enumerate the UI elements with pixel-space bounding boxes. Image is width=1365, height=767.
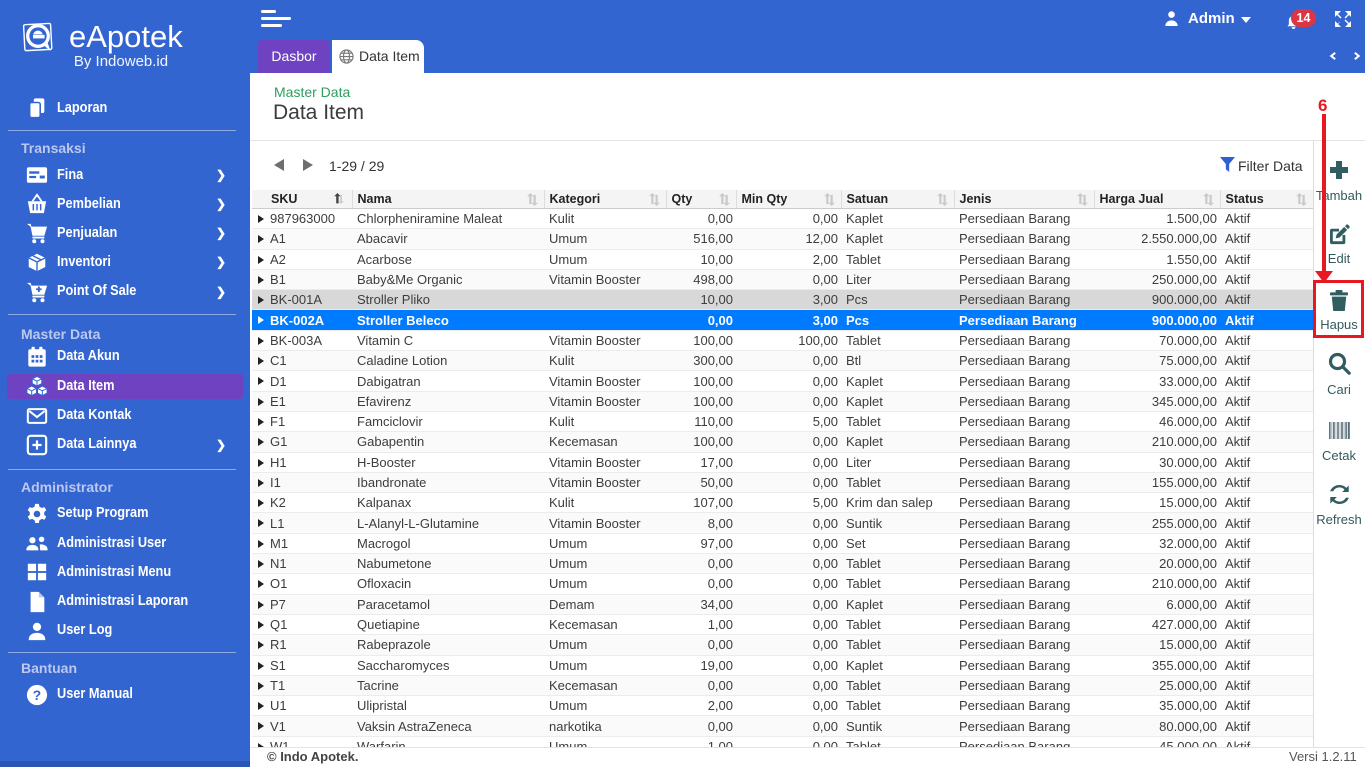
svg-text:?: ? [33,688,41,703]
